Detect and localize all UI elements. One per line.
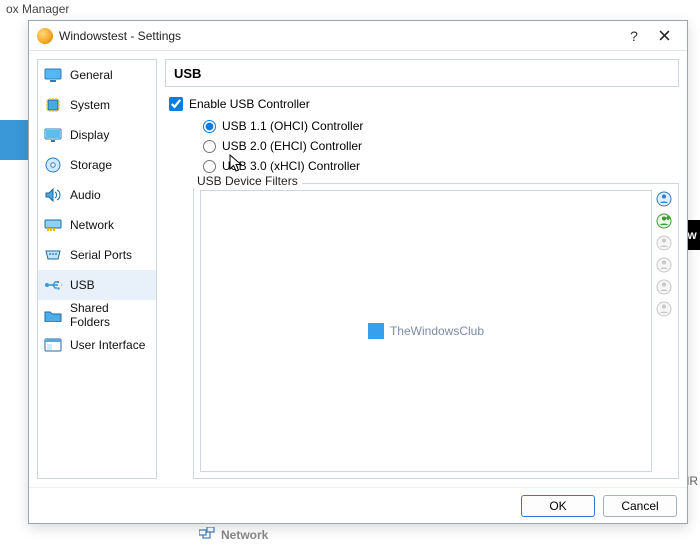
monitor-icon — [44, 66, 62, 84]
network-icon — [199, 527, 215, 542]
parent-selection-strip — [0, 120, 30, 160]
settings-panel: USB Enable USB Controller USB 1.1 (OHCI)… — [165, 59, 679, 479]
add-empty-filter-button[interactable] — [655, 190, 673, 208]
filter-buttons — [654, 184, 678, 478]
help-button[interactable]: ? — [619, 24, 649, 48]
parent-window-title: ox Manager — [6, 0, 69, 18]
speaker-icon — [44, 186, 62, 204]
usb20-radio[interactable] — [203, 140, 216, 153]
sidebar-item-general[interactable]: General — [38, 60, 156, 90]
sidebar-item-label: Display — [70, 128, 109, 142]
sidebar-item-label: Storage — [70, 158, 112, 172]
cancel-button[interactable]: Cancel — [603, 495, 677, 517]
usb30-radio[interactable] — [203, 160, 216, 173]
radio-label: USB 1.1 (OHCI) Controller — [222, 119, 363, 133]
usb11-radio[interactable] — [203, 120, 216, 133]
ok-button[interactable]: OK — [521, 495, 595, 517]
usb-icon — [44, 276, 62, 294]
sidebar-item-system[interactable]: System — [38, 90, 156, 120]
filters-label: USB Device Filters — [193, 174, 302, 188]
titlebar: Windowstest - Settings ? — [29, 21, 687, 51]
category-sidebar: General System Display Storage Audio Net… — [37, 59, 157, 479]
radio-label: USB 2.0 (EHCI) Controller — [222, 139, 362, 153]
settings-dialog: Windowstest - Settings ? General System … — [28, 20, 688, 524]
disk-icon — [44, 156, 62, 174]
enable-usb-label: Enable USB Controller — [189, 97, 310, 111]
sidebar-item-network[interactable]: Network — [38, 210, 156, 240]
move-filter-up-button — [655, 278, 673, 296]
usb11-radio-row[interactable]: USB 1.1 (OHCI) Controller — [203, 119, 679, 133]
filters-listbox[interactable]: TheWindowsClub — [200, 190, 652, 472]
add-filter-from-device-button[interactable] — [655, 212, 673, 230]
app-icon — [37, 28, 53, 44]
close-icon — [659, 30, 670, 41]
close-button[interactable] — [649, 24, 679, 48]
network-card-icon — [44, 216, 62, 234]
sidebar-item-label: General — [70, 68, 113, 82]
radio-label: USB 3.0 (xHCI) Controller — [222, 159, 360, 173]
sidebar-item-storage[interactable]: Storage — [38, 150, 156, 180]
usb20-radio-row[interactable]: USB 2.0 (EHCI) Controller — [203, 139, 679, 153]
serial-port-icon — [44, 246, 62, 264]
sidebar-item-usb[interactable]: USB — [38, 270, 156, 300]
sidebar-item-label: Shared Folders — [70, 301, 150, 329]
remove-filter-button — [655, 256, 673, 274]
dialog-button-bar: OK Cancel — [29, 487, 687, 523]
display-icon — [44, 126, 62, 144]
watermark-icon — [368, 323, 384, 339]
sidebar-item-user-interface[interactable]: User Interface — [38, 330, 156, 360]
sidebar-item-label: USB — [70, 278, 95, 292]
sidebar-item-label: Serial Ports — [70, 248, 132, 262]
dialog-title: Windowstest - Settings — [59, 29, 181, 43]
usb-controller-radio-group: USB 1.1 (OHCI) Controller USB 2.0 (EHCI)… — [165, 115, 679, 177]
enable-usb-checkbox[interactable] — [169, 97, 183, 111]
folder-icon — [44, 306, 62, 324]
sidebar-item-display[interactable]: Display — [38, 120, 156, 150]
sidebar-item-label: Audio — [70, 188, 101, 202]
sidebar-item-shared-folders[interactable]: Shared Folders — [38, 300, 156, 330]
usb30-radio-row[interactable]: USB 3.0 (xHCI) Controller — [203, 159, 679, 173]
move-filter-down-button — [655, 300, 673, 318]
sidebar-item-audio[interactable]: Audio — [38, 180, 156, 210]
edit-filter-button — [655, 234, 673, 252]
watermark: TheWindowsClub — [368, 323, 484, 339]
panel-header: USB — [165, 59, 679, 87]
sidebar-item-label: User Interface — [70, 338, 145, 352]
window-icon — [44, 336, 62, 354]
usb-device-filters-group: USB Device Filters TheWindowsClub — [179, 181, 679, 479]
parent-network-heading: Network — [199, 527, 268, 542]
chip-icon — [44, 96, 62, 114]
enable-usb-checkbox-row[interactable]: Enable USB Controller — [165, 97, 679, 111]
sidebar-item-label: Network — [70, 218, 114, 232]
sidebar-item-label: System — [70, 98, 110, 112]
sidebar-item-serial-ports[interactable]: Serial Ports — [38, 240, 156, 270]
